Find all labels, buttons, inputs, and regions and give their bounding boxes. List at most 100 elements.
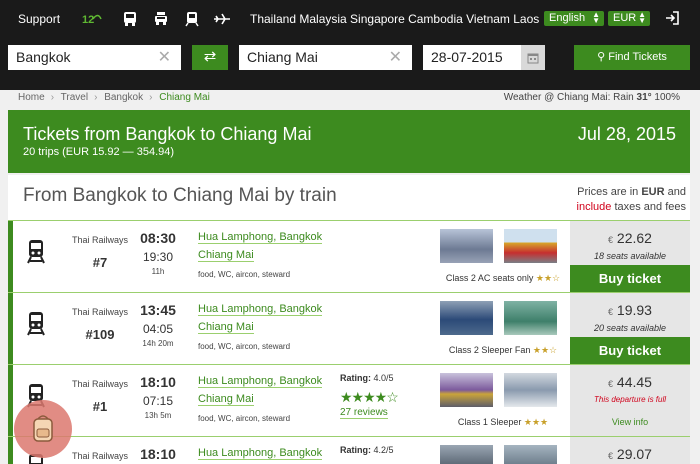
12go-logo-icon[interactable]: 12 — [82, 10, 102, 28]
note-prefix: Prices are in — [577, 186, 639, 198]
row-accent — [8, 437, 13, 464]
route-title: Tickets from Bangkok to Chiang Mai — [23, 124, 312, 144]
swap-icon: ⇄ — [203, 48, 217, 65]
train-exterior-photo[interactable] — [504, 229, 557, 263]
depart-time: 08:30 — [140, 230, 176, 246]
operator-name: Thai Railways — [71, 235, 129, 245]
from-station-link[interactable]: Hua Lamphong, Bangkok — [198, 375, 323, 388]
sleeper-coach-photo[interactable] — [440, 301, 493, 335]
buy-ticket-button[interactable]: Buy ticket — [570, 337, 690, 364]
cabin-photo[interactable] — [504, 373, 557, 407]
select-arrows-icon: ▲ ▼ — [592, 10, 600, 25]
currency-symbol: € — [608, 379, 614, 389]
to-station-link[interactable]: Chiang Mai — [198, 249, 254, 262]
currency-value: EUR — [613, 12, 637, 24]
language-select[interactable]: English ▲ ▼ — [544, 11, 604, 26]
login-icon[interactable] — [664, 10, 680, 31]
to-value: Chiang Mai — [247, 49, 318, 65]
class-info: Class 2 Sleeper Fan ★★☆ — [438, 345, 568, 356]
depart-time: 18:10 — [140, 374, 176, 390]
currency-symbol: € — [608, 451, 614, 461]
buy-ticket-button[interactable]: Buy ticket — [570, 265, 690, 292]
row-accent — [8, 293, 13, 364]
view-info-link[interactable]: View info — [570, 417, 690, 427]
price-value: 29.07 — [616, 446, 652, 462]
from-station-link[interactable]: Hua Lamphong, Bangkok — [198, 303, 323, 316]
arrive-time: 19:30 — [142, 250, 174, 264]
breadcrumb: Home › Travel › Bangkok › Chiang Mai — [18, 92, 212, 103]
price: € 29.07 — [570, 446, 690, 462]
duration: 11h — [151, 267, 165, 276]
crumb-home[interactable]: Home — [18, 92, 45, 103]
plane-icon[interactable] — [212, 10, 232, 28]
clear-from-icon[interactable]: ✕ — [158, 47, 171, 67]
top-bar: Support 12 Thailand Malaysia Singapore C… — [0, 0, 700, 90]
currency-symbol: € — [608, 235, 614, 245]
crumb-bangkok[interactable]: Bangkok — [104, 92, 143, 103]
crumb-separator: › — [50, 92, 55, 103]
to-station-link[interactable]: Chiang Mai — [198, 321, 254, 334]
reviews-link[interactable]: 27 reviews — [340, 407, 388, 419]
rating-label: Rating: — [340, 373, 371, 383]
price-value: 44.45 — [616, 374, 652, 390]
date-input[interactable]: 28-07-2015 — [423, 45, 521, 70]
duration: 14h 20m — [142, 339, 174, 348]
price: € 44.45 — [570, 374, 690, 390]
train-number: #109 — [85, 327, 115, 342]
route-subtitle: 20 trips (EUR 15.92 — 354.94) — [23, 146, 175, 158]
operator-name: Thai Railways — [71, 451, 129, 461]
arrive-time: 04:05 — [142, 322, 174, 336]
trip-row[interactable]: Thai Railways #1 18:10 07:15 13h 5m Hua … — [8, 364, 690, 436]
price-value: 19.93 — [616, 302, 652, 318]
calendar-icon[interactable] — [521, 45, 545, 70]
train-exterior-photo[interactable] — [440, 373, 493, 407]
weather-temp: 31° — [636, 92, 652, 103]
rating-value: 4.0/5 — [373, 373, 394, 383]
trip-row[interactable]: Thai Railways #109 13:45 04:05 14h 20m H… — [8, 292, 690, 364]
crumb-current: Chiang Mai — [159, 92, 210, 103]
class-stars: ★★☆ — [532, 345, 558, 355]
row-accent — [8, 365, 13, 436]
row-accent — [8, 221, 13, 292]
class-label: Class 2 AC seats only — [445, 273, 534, 283]
car-icon[interactable] — [152, 10, 170, 28]
note-currency: EUR — [641, 186, 665, 198]
search-icon: ⚲ — [597, 51, 606, 63]
support-link[interactable]: Support — [18, 12, 60, 26]
svg-text:12: 12 — [82, 14, 94, 26]
coach-interior-photo[interactable] — [440, 229, 493, 263]
swap-button[interactable]: ⇄ — [192, 45, 228, 70]
date-value: 28-07-2015 — [431, 49, 503, 65]
operator-name: Thai Railways — [71, 307, 129, 317]
price-value: 22.62 — [616, 230, 652, 246]
note-suffix: taxes and fees — [614, 201, 686, 213]
backpack-badge-icon[interactable] — [14, 400, 72, 458]
crumb-travel[interactable]: Travel — [61, 92, 88, 103]
bus-icon[interactable] — [121, 10, 139, 28]
depart-time: 18:10 — [140, 446, 176, 462]
rating-stars: ★★★★☆ — [340, 389, 399, 405]
to-input[interactable]: Chiang Mai ✕ — [239, 45, 412, 70]
rating: Rating: 4.0/5 — [340, 373, 394, 383]
facilities: food, WC, aircon, steward — [198, 342, 291, 351]
coach-photo[interactable] — [440, 445, 493, 464]
train-icon[interactable] — [183, 10, 201, 28]
find-tickets-button[interactable]: ⚲ Find Tickets — [574, 45, 690, 70]
trip-row[interactable]: Thai Railways #7 08:30 19:30 11h Hua Lam… — [8, 220, 690, 292]
from-station-link[interactable]: Hua Lamphong, Bangkok — [198, 231, 323, 244]
currency-select[interactable]: EUR ▲ ▼ — [608, 11, 650, 26]
from-input[interactable]: Bangkok ✕ — [8, 45, 181, 70]
from-station-link[interactable]: Hua Lamphong, Bangkok — [198, 447, 323, 460]
country-list[interactable]: Thailand Malaysia Singapore Cambodia Vie… — [250, 12, 539, 26]
section-title: From Bangkok to Chiang Mai by train — [23, 185, 337, 206]
to-station-link[interactable]: Chiang Mai — [198, 393, 254, 406]
trip-row[interactable]: Thai Railways 18:10 Hua Lamphong, Bangko… — [8, 436, 690, 464]
train-number: #7 — [92, 255, 108, 270]
price-box: € 19.93 20 seats available Buy ticket — [570, 293, 690, 364]
rating-label: Rating: — [340, 445, 371, 455]
note-include: include — [576, 201, 612, 213]
sleeper-berth-photo[interactable] — [504, 301, 557, 335]
price-box: € 44.45 This departure is full View info — [570, 365, 690, 436]
clear-to-icon[interactable]: ✕ — [389, 47, 402, 67]
coach-photo[interactable] — [504, 445, 557, 464]
